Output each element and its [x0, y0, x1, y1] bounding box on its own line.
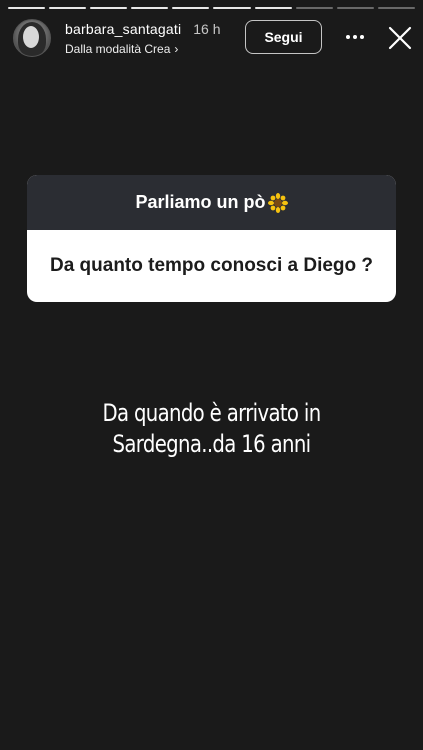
post-time: 16 h	[193, 20, 221, 37]
story-progress-bar	[8, 7, 415, 9]
question-text: Da quanto tempo conosci a Diego ?	[49, 255, 374, 276]
follow-button[interactable]: Segui	[245, 20, 322, 54]
progress-segment	[90, 7, 128, 9]
progress-segment	[8, 7, 46, 9]
progress-segment	[377, 7, 415, 9]
user-meta: barbara_santagati 16 h Dalla modalità Cr…	[65, 21, 221, 56]
progress-segment	[49, 7, 87, 9]
close-icon[interactable]	[387, 25, 413, 51]
sunflower-icon	[267, 192, 288, 213]
progress-segment	[172, 7, 210, 9]
create-mode-label: Dalla modalità Crea	[65, 41, 171, 56]
username[interactable]: barbara_santagati	[65, 21, 181, 37]
question-sticker[interactable]: Parliamo un pò Da quanto tempo conosci a…	[27, 175, 396, 302]
progress-segment	[213, 7, 251, 9]
progress-segment	[336, 7, 374, 9]
avatar-face	[23, 26, 39, 48]
progress-segment	[254, 7, 292, 9]
more-options-icon[interactable]	[343, 28, 367, 46]
answer-text: Da quando è arrivato in Sardegna..da 16 …	[38, 398, 385, 460]
create-mode-link[interactable]: Dalla modalità Crea ›	[65, 42, 221, 56]
avatar[interactable]	[13, 19, 51, 57]
question-sticker-header: Parliamo un pò	[27, 175, 396, 230]
answer-line-1: Da quando è arrivato in	[102, 399, 321, 427]
answer-line-2: Sardegna..da 16 anni	[112, 430, 312, 458]
chevron-right-icon: ›	[174, 41, 179, 56]
question-sticker-prompt: Parliamo un pò	[135, 192, 266, 212]
progress-segment	[295, 7, 333, 9]
progress-segment	[131, 7, 169, 9]
